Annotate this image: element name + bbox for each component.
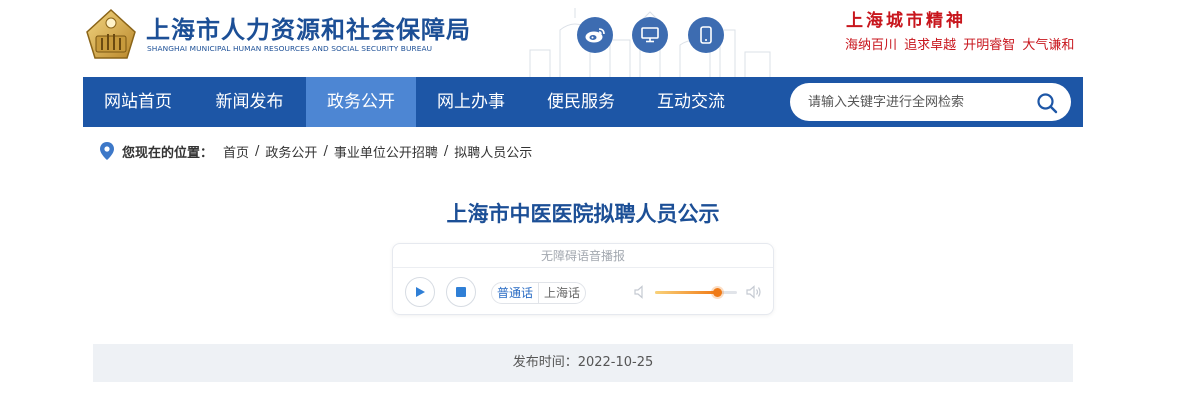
player-header: 无障碍语音播报 (393, 244, 773, 268)
nav-item-online-services[interactable]: 网上办事 (416, 77, 526, 127)
city-spirit-title: 上海城市精神 (846, 11, 966, 31)
volume-high-icon[interactable] (746, 285, 762, 299)
language-shanghainese-option[interactable]: 上海话 (539, 283, 585, 303)
play-button[interactable] (405, 277, 435, 307)
volume-low-icon[interactable] (634, 285, 646, 299)
volume-handle[interactable] (713, 288, 723, 297)
nav-item-public-services[interactable]: 便民服务 (526, 77, 636, 127)
accessibility-audio-player: 无障碍语音播报 普通话 上海话 (392, 243, 774, 315)
nav-item-news[interactable]: 新闻发布 (193, 77, 306, 127)
language-selector: 普通话 上海话 (491, 282, 587, 304)
play-icon (416, 287, 425, 297)
desktop-site-button[interactable] (632, 17, 668, 53)
breadcrumb-separator: / (255, 143, 260, 159)
nav-item-home[interactable]: 网站首页 (83, 77, 193, 127)
publish-date-bar: 发布时间：2022-10-25 (93, 344, 1073, 382)
site-title[interactable]: 上海市人力资源和社会保障局 (146, 10, 471, 45)
city-spirit-slogan: 海纳百川 追求卓越 开明睿智 大气谦和 (845, 38, 1075, 53)
bureau-emblem-logo[interactable] (83, 8, 139, 60)
search-input[interactable] (808, 93, 1028, 111)
stop-button[interactable] (446, 277, 476, 307)
stop-icon (456, 287, 466, 297)
location-pin-icon (100, 142, 114, 160)
site-header: 上海市人力资源和社会保障局 SHANGHAI MUNICIPAL HUMAN R… (0, 0, 1194, 77)
site-search-box (790, 83, 1071, 121)
weibo-button[interactable] (577, 17, 613, 53)
publish-date-text: 发布时间：2022-10-25 (512, 355, 654, 370)
mobile-icon (700, 26, 712, 44)
breadcrumb-separator: / (323, 143, 328, 159)
breadcrumb-label: 您现在的位置： (122, 145, 214, 161)
site-title-english: SHANGHAI MUNICIPAL HUMAN RESOURCES AND S… (147, 44, 433, 53)
desktop-icon (641, 27, 659, 43)
nav-item-government-affairs[interactable]: 政务公开 (306, 77, 416, 127)
volume-slider[interactable] (655, 288, 737, 297)
language-mandarin-option[interactable]: 普通话 (492, 283, 540, 303)
breadcrumb: 您现在的位置： 首页 / 政务公开 / 事业单位公开招聘 / 拟聘人员公示 (100, 141, 532, 161)
breadcrumb-item-government-affairs[interactable]: 政务公开 (265, 142, 317, 161)
volume-fill (655, 291, 718, 294)
breadcrumb-item-home[interactable]: 首页 (223, 142, 249, 161)
breadcrumb-item-recruitment[interactable]: 事业单位公开招聘 (334, 142, 438, 161)
mobile-site-button[interactable] (688, 17, 724, 53)
search-icon[interactable] (1035, 91, 1059, 115)
nav-item-interaction[interactable]: 互动交流 (636, 77, 746, 127)
article-title: 上海市中医医院拟聘人员公示 (446, 202, 720, 226)
main-nav: 网站首页 新闻发布 政务公开 网上办事 便民服务 互动交流 (83, 77, 1083, 127)
breadcrumb-item-announcement[interactable]: 拟聘人员公示 (454, 142, 532, 161)
weibo-icon (585, 28, 605, 43)
breadcrumb-separator: / (443, 143, 449, 159)
